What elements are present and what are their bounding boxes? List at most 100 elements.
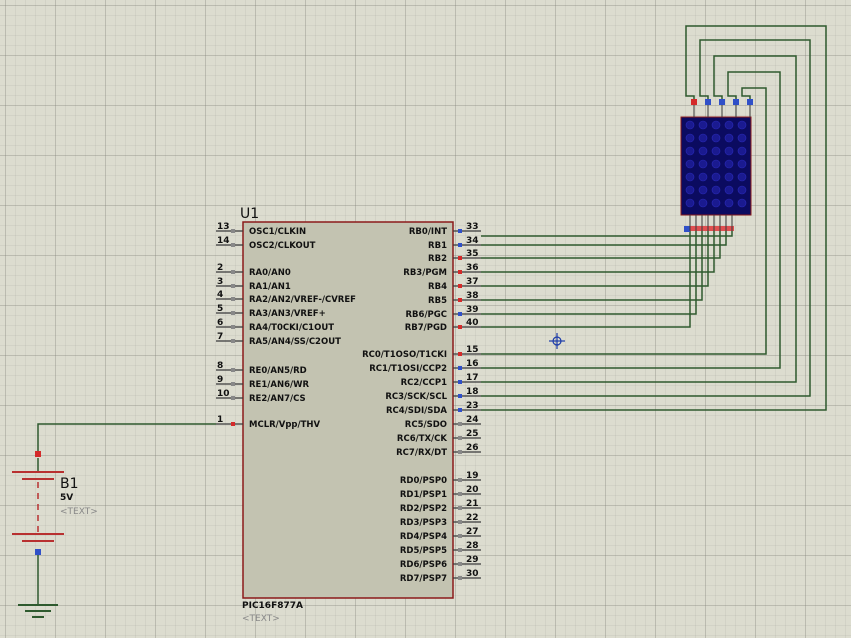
pin-end [458, 366, 462, 370]
matrix-top-pin[interactable] [705, 99, 711, 105]
pin-label: RB3/PGM [403, 268, 447, 278]
pin-label: RB4 [428, 282, 447, 292]
wire-rc3 [481, 39, 811, 397]
pin-label: RB5 [428, 296, 447, 306]
pin-end [458, 478, 462, 482]
pin-label: RC4/SDI/SDA [386, 406, 447, 416]
pin-end [458, 520, 462, 524]
pin-number: 27 [466, 527, 479, 537]
led-dot [711, 120, 721, 130]
pin-label: RD0/PSP0 [400, 476, 447, 486]
matrix-top-pin[interactable] [747, 99, 753, 105]
led-dot [737, 185, 747, 195]
schematic-svg: B1 5V <TEXT> U1 13 OSC1/CLKIN14 OSC2/CLKOU… [12, 25, 827, 624]
chip-u1[interactable]: U1 13 OSC1/CLKIN14 OSC2/CLKOUT2 RA0/AN03 RA1… [216, 206, 481, 624]
matrix-top-pin[interactable] [719, 99, 725, 105]
pin-end [231, 243, 235, 247]
pin-number: 15 [466, 345, 479, 355]
pin-label: RE0/AN5/RD [249, 366, 307, 376]
led-dot [698, 120, 708, 130]
pin-end [458, 352, 462, 356]
battery-value: 5V [60, 493, 73, 503]
led-dot [711, 185, 721, 195]
led-dot [724, 198, 734, 208]
pin-end [231, 396, 235, 400]
led-matrix-top-pins [691, 99, 753, 117]
pin-label: RC2/CCP1 [401, 378, 448, 388]
pin-label: RB2 [428, 254, 447, 264]
chip-part-name: PIC16F877A [242, 601, 303, 611]
pin-label: OSC2/CLKOUT [249, 241, 316, 251]
pin-end [231, 297, 235, 301]
led-dot [685, 120, 695, 130]
led-dot [685, 172, 695, 182]
pin-number: 18 [466, 387, 479, 397]
pin-number: 33 [466, 222, 479, 232]
led-dot [711, 159, 721, 169]
pin-end [458, 408, 462, 412]
pin-end [458, 380, 462, 384]
wire-rb0 [481, 231, 733, 237]
pin-label: RA5/AN4/SS/C2OUT [249, 337, 341, 347]
pin-end [458, 422, 462, 426]
pin-number: 23 [466, 401, 479, 411]
led-dot [698, 172, 708, 182]
wire-rb3 [481, 231, 715, 273]
matrix-top-pin[interactable] [733, 99, 739, 105]
led-dot [698, 159, 708, 169]
pin-number: 16 [466, 359, 479, 369]
pin-label: RA1/AN1 [249, 282, 291, 292]
pin-label: RC1/T1OSI/CCP2 [369, 364, 447, 374]
pin-end [458, 436, 462, 440]
wire-mclr [37, 423, 216, 451]
led-dot [711, 146, 721, 156]
pin-end [458, 394, 462, 398]
pin-number: 14 [217, 236, 230, 246]
pin-end [231, 284, 235, 288]
pin-number: 28 [466, 541, 479, 551]
battery-pin-negative[interactable] [35, 549, 41, 555]
matrix-top-pin[interactable] [691, 99, 697, 105]
pin-label: RC0/T1OSO/T1CKI [362, 350, 447, 360]
pin-number: 40 [466, 318, 479, 328]
pin-end [231, 382, 235, 386]
schematic-canvas[interactable]: B1 5V <TEXT> U1 13 OSC1/CLKIN 14 OSC2/CLKOU… [0, 0, 851, 638]
pin-label: RD5/PSP5 [400, 546, 447, 556]
led-dot [698, 133, 708, 143]
pin-end [458, 325, 462, 329]
led-matrix[interactable] [680, 99, 753, 232]
pin-end [458, 548, 462, 552]
pin-number: 1 [217, 415, 223, 425]
led-dot [711, 133, 721, 143]
battery-text-placeholder: <TEXT> [60, 507, 98, 517]
led-dot [685, 198, 695, 208]
led-dot [724, 120, 734, 130]
led-dot [737, 133, 747, 143]
pin-label: RB7/PGD [405, 323, 447, 333]
led-dot [724, 185, 734, 195]
wire-rc1 [481, 71, 781, 369]
pin-end [458, 312, 462, 316]
pin-number: 35 [466, 249, 479, 259]
pin-number: 39 [466, 305, 479, 315]
led-dot [711, 172, 721, 182]
pin-end [458, 243, 462, 247]
led-dot [724, 146, 734, 156]
chip-text-placeholder: <TEXT> [242, 614, 280, 624]
pin-number: 37 [466, 277, 479, 287]
led-dot [724, 172, 734, 182]
led-dot [698, 198, 708, 208]
pin-label: OSC1/CLKIN [249, 227, 306, 237]
pin-end [458, 270, 462, 274]
pin-label: RD2/PSP2 [400, 504, 447, 514]
pin-number: 21 [466, 499, 479, 509]
led-dot [737, 120, 747, 130]
pin-label: RD1/PSP1 [400, 490, 447, 500]
led-dot [698, 146, 708, 156]
matrix-bottom-pin[interactable] [684, 226, 690, 232]
pin-end [458, 450, 462, 454]
pin-number: 24 [466, 415, 479, 425]
battery-b1[interactable]: B1 5V <TEXT> [12, 451, 98, 605]
battery-pin-positive[interactable] [35, 451, 41, 457]
pin-label: RB1 [428, 241, 447, 251]
